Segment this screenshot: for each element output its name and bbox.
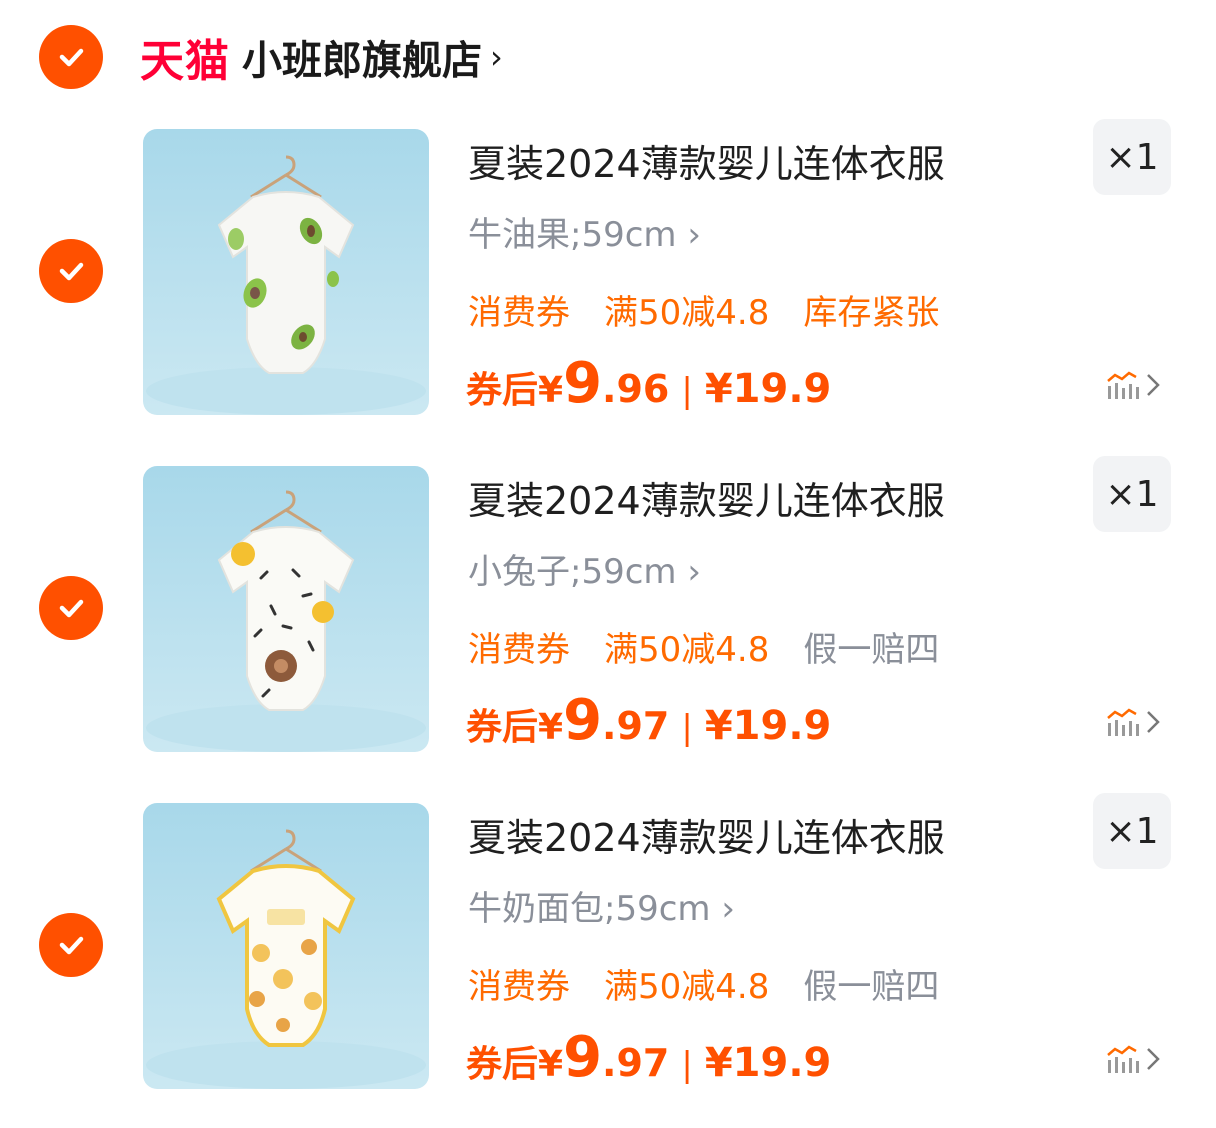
stock-tag: 库存紧张 [803, 293, 940, 333]
guarantee-tag: 假一赔四 [803, 630, 940, 670]
coupon-tag: 消费券 [468, 967, 570, 1007]
price-separator: | [681, 371, 693, 411]
discount-tag: 满50减4.8 [604, 967, 770, 1007]
store-name: 小班郎旗舰店 [242, 38, 482, 84]
price-integer: 9 [563, 1025, 603, 1090]
original-price: ¥19.9 [704, 1040, 832, 1086]
tmall-logo: 天猫 [140, 36, 230, 87]
price-trend-button[interactable] [1105, 1043, 1163, 1075]
cart-item: 夏装2024薄款婴儿连体衣服 ×1 小兔子;59cm › 消费券 满50减4.8… [0, 456, 1216, 766]
coupon-tag: 消费券 [468, 630, 570, 670]
sku-selector[interactable]: 牛奶面包;59cm › [468, 881, 735, 930]
price-separator: | [681, 1045, 693, 1085]
price-row: 券后¥ 9 .97 | ¥19.9 [466, 688, 831, 758]
original-price: ¥19.9 [704, 703, 832, 749]
romper-milk-bread-image [143, 803, 429, 1089]
price-row: 券后¥ 9 .97 | ¥19.9 [466, 1025, 831, 1095]
item-select-checkbox[interactable] [39, 239, 103, 303]
price-label: 券后¥ [466, 370, 564, 411]
price-decimal: .97 [602, 1041, 670, 1085]
romper-avocado-image [143, 129, 429, 415]
promo-tags: 消费券 满50减4.8 假一赔四 [468, 959, 973, 1008]
promo-tags: 消费券 满50减4.8 库存紧张 [468, 285, 973, 334]
price-decimal: .96 [602, 367, 670, 411]
check-icon [59, 936, 84, 955]
price-row: 券后¥ 9 .96 | ¥19.9 [466, 351, 831, 421]
chevron-right-icon [1147, 1048, 1160, 1070]
product-title[interactable]: 夏装2024薄款婴儿连体衣服 [468, 133, 945, 188]
price-trend-icon [1107, 371, 1139, 399]
item-select-checkbox[interactable] [39, 576, 103, 640]
romper-bunny-image [143, 466, 429, 752]
price-integer: 9 [563, 688, 603, 753]
product-title[interactable]: 夏装2024薄款婴儿连体衣服 [468, 807, 945, 862]
sku-selector[interactable]: 小兔子;59cm › [468, 544, 701, 593]
guarantee-tag: 假一赔四 [803, 967, 940, 1007]
quantity-selector[interactable]: ×1 [1093, 119, 1171, 195]
item-select-checkbox[interactable] [39, 913, 103, 977]
quantity-selector[interactable]: ×1 [1093, 793, 1171, 869]
quantity-selector[interactable]: ×1 [1093, 456, 1171, 532]
cart-store-group: 天猫 小班郎旗舰店 › 夏装2024薄款婴儿连体衣服 ×1 牛油果;59cm ›… [0, 0, 1216, 1128]
chevron-right-icon: › [490, 38, 503, 76]
check-icon [59, 262, 84, 281]
price-trend-icon [1107, 708, 1139, 736]
product-thumbnail[interactable] [143, 803, 429, 1089]
check-icon [59, 599, 84, 618]
price-decimal: .97 [602, 704, 670, 748]
price-trend-button[interactable] [1105, 369, 1163, 401]
chevron-right-icon [1147, 374, 1160, 396]
price-label: 券后¥ [466, 1044, 564, 1085]
store-header-link[interactable]: 天猫 小班郎旗舰店 › [140, 22, 503, 92]
cart-item: 夏装2024薄款婴儿连体衣服 ×1 牛油果;59cm › 消费券 满50减4.8… [0, 119, 1216, 429]
discount-tag: 满50减4.8 [604, 293, 770, 333]
coupon-tag: 消费券 [468, 293, 570, 333]
product-thumbnail[interactable] [143, 129, 429, 415]
price-trend-icon [1107, 1045, 1139, 1073]
product-title[interactable]: 夏装2024薄款婴儿连体衣服 [468, 470, 945, 525]
price-integer: 9 [563, 351, 603, 416]
promo-tags: 消费券 满50减4.8 假一赔四 [468, 622, 973, 671]
price-label: 券后¥ [466, 707, 564, 748]
chevron-right-icon [1147, 711, 1160, 733]
product-thumbnail[interactable] [143, 466, 429, 752]
discount-tag: 满50减4.8 [604, 630, 770, 670]
sku-selector[interactable]: 牛油果;59cm › [468, 207, 701, 256]
price-trend-button[interactable] [1105, 706, 1163, 738]
check-icon [59, 48, 84, 67]
original-price: ¥19.9 [704, 366, 832, 412]
price-separator: | [681, 708, 693, 748]
store-select-checkbox[interactable] [39, 25, 103, 89]
cart-item: 夏装2024薄款婴儿连体衣服 ×1 牛奶面包;59cm › 消费券 满50减4.… [0, 793, 1216, 1103]
